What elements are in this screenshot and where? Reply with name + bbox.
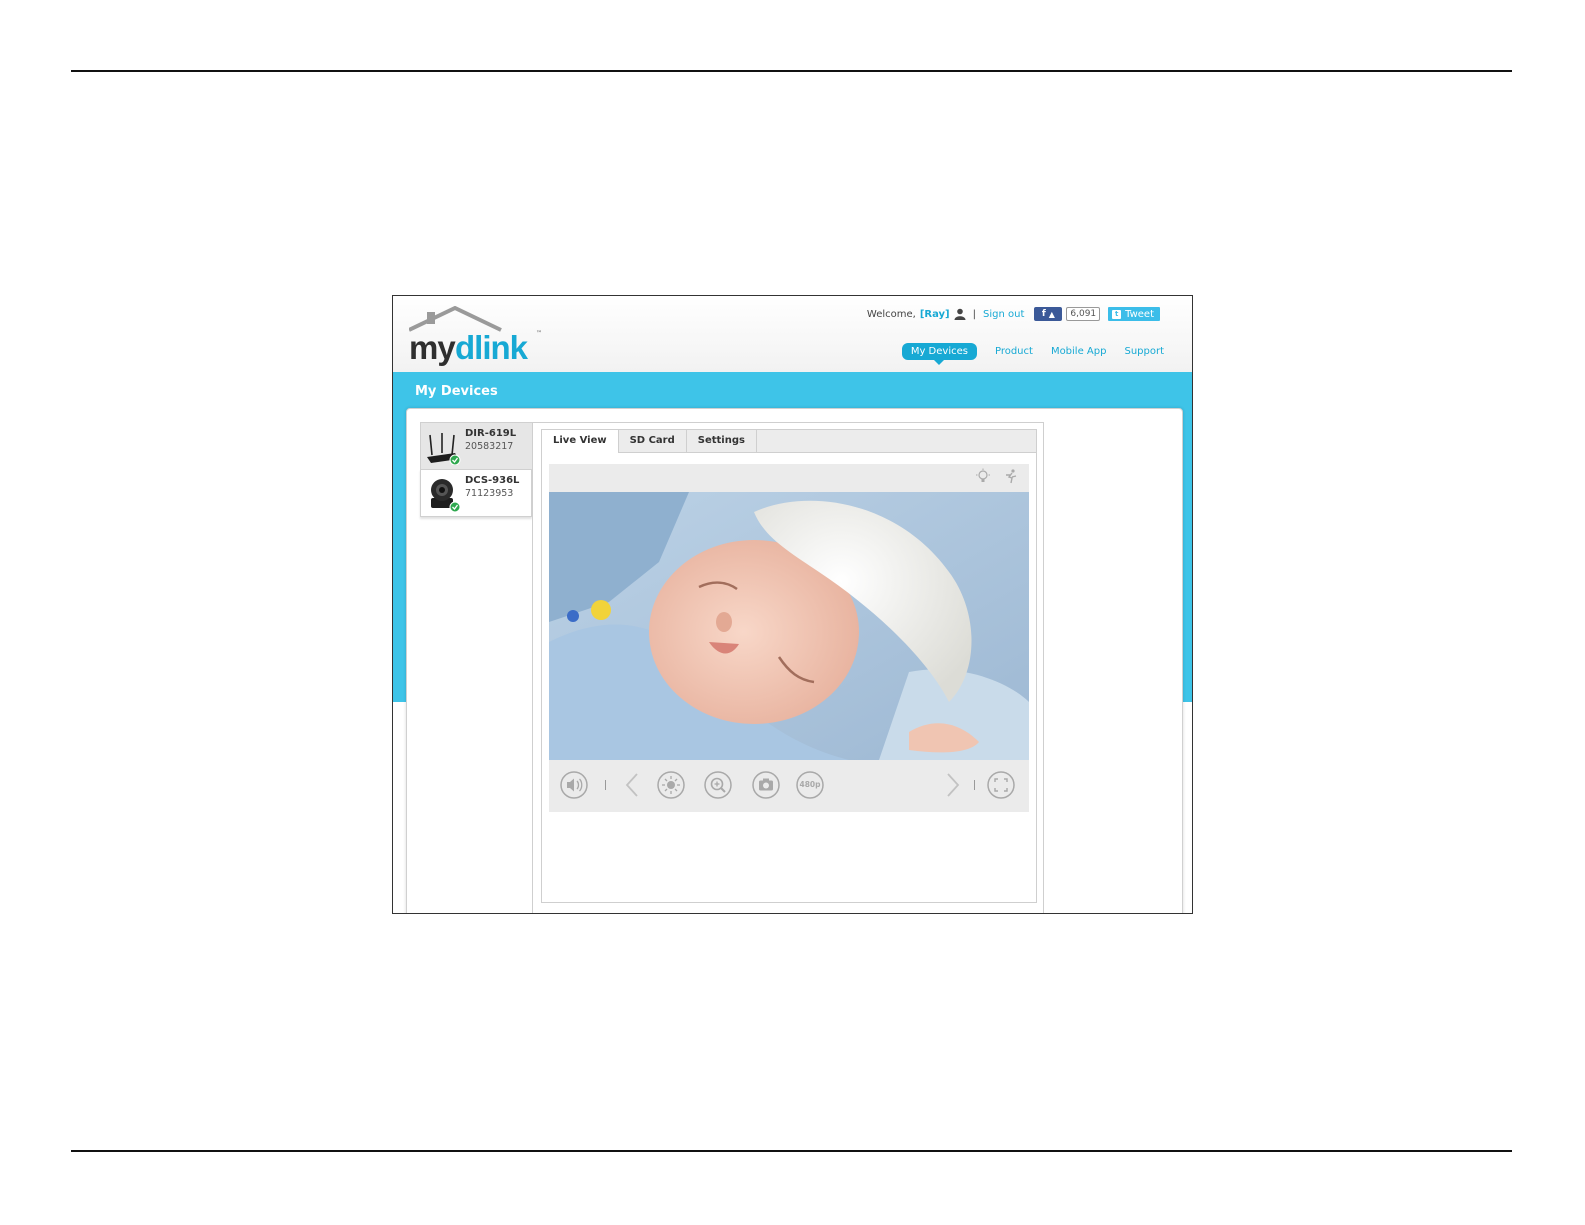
welcome-text: Welcome, (866, 308, 916, 320)
device-content: Live View SD Card Settings 480p (532, 422, 1044, 913)
viewer-top-icons (975, 468, 1019, 484)
resolution-label: 480p (799, 780, 821, 789)
logo-dlink-text: dlink (455, 329, 528, 366)
facebook-like-count: 6,091 (1066, 307, 1101, 321)
tab-sd-card[interactable]: SD Card (619, 430, 687, 452)
next-icon[interactable] (938, 771, 966, 799)
speaker-icon[interactable] (560, 771, 588, 799)
browser-screenshot: my dlink ™ Welcome, [Ray] | Sign out f ▲… (392, 295, 1193, 914)
light-bulb-icon[interactable] (975, 468, 991, 484)
divider (974, 780, 975, 790)
main-nav: My Devices Product Mobile App Support (901, 343, 1164, 365)
camera-video-feed (549, 492, 1029, 760)
page-title: My Devices (415, 384, 498, 399)
router-icon (427, 433, 461, 465)
device-serial: 71123953 (465, 488, 514, 499)
nav-product[interactable]: Product (995, 346, 1033, 357)
facebook-like-button[interactable]: f ▲ (1034, 307, 1063, 321)
sleeping-baby-image (549, 492, 1029, 760)
facebook-icon: f (1041, 309, 1046, 319)
device-list: DIR-619L 20583217 DCS-936L 71123953 (420, 422, 533, 517)
username[interactable]: [Ray] (920, 309, 950, 320)
logo-my-text: my (409, 329, 456, 366)
tab-live-view[interactable]: Live View (542, 430, 619, 453)
prev-icon[interactable] (619, 771, 647, 799)
tab-bar: Live View SD Card Settings (542, 430, 1036, 453)
viewer-controls: 480p (549, 760, 1029, 812)
separator: | (972, 308, 976, 320)
device-item-dir-619l[interactable]: DIR-619L 20583217 (420, 422, 533, 469)
tab-container: Live View SD Card Settings 480p (541, 429, 1037, 903)
devices-panel: DIR-619L 20583217 DCS-936L 71123953 Live… (406, 408, 1183, 913)
nav-my-devices[interactable]: My Devices (901, 343, 977, 365)
divider (605, 780, 606, 790)
snapshot-icon[interactable] (752, 771, 780, 799)
device-name: DIR-619L (465, 428, 517, 439)
user-icon (954, 308, 966, 320)
device-item-dcs-936l[interactable]: DCS-936L 71123953 (420, 469, 532, 517)
nav-support[interactable]: Support (1124, 346, 1164, 357)
device-name: DCS-936L (465, 475, 520, 486)
brightness-icon[interactable] (657, 771, 685, 799)
camera-icon (431, 479, 461, 512)
resolution-icon[interactable]: 480p (796, 771, 824, 799)
bottom-rule (71, 1150, 1512, 1152)
zoom-icon[interactable] (704, 771, 732, 799)
twitter-icon: t (1112, 309, 1122, 319)
thumbs-up-icon: ▲ (1048, 309, 1055, 319)
tweet-button[interactable]: t Tweet (1108, 307, 1160, 321)
site-header: my dlink ™ Welcome, [Ray] | Sign out f ▲… (393, 296, 1192, 373)
mydlink-logo[interactable]: my dlink ™ (409, 306, 542, 366)
motion-detection-icon[interactable] (1003, 468, 1019, 484)
logo-trademark: ™ (536, 330, 542, 337)
top-rule (71, 70, 1512, 72)
sign-out-link[interactable]: Sign out (983, 309, 1024, 320)
live-viewer: 480p (549, 464, 1029, 812)
device-serial: 20583217 (465, 441, 514, 452)
tweet-label: Tweet (1125, 308, 1154, 320)
tab-settings[interactable]: Settings (687, 430, 757, 452)
account-bar: Welcome, [Ray] | Sign out f ▲ 6,091 t Tw… (867, 305, 1160, 323)
fullscreen-icon[interactable] (987, 771, 1015, 799)
nav-mobile-app[interactable]: Mobile App (1051, 346, 1107, 357)
